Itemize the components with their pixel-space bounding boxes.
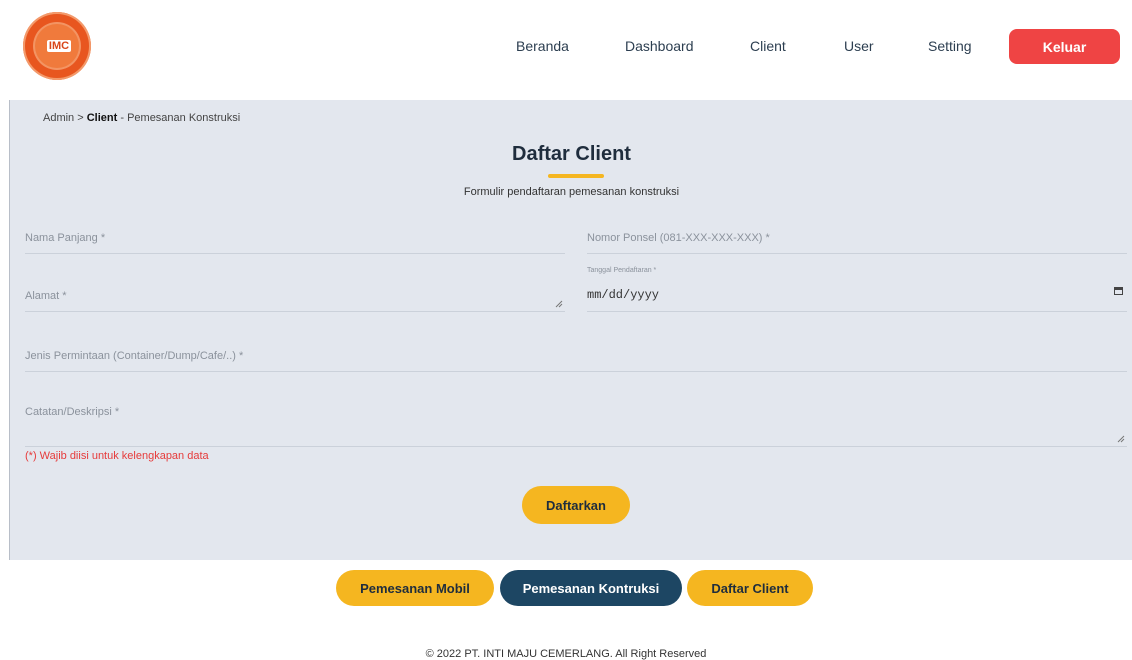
- nav-client[interactable]: Client: [750, 38, 786, 54]
- nav-setting[interactable]: Setting: [928, 38, 972, 54]
- logo-text: IMC: [46, 40, 72, 52]
- tab-pemesanan-kontruksi[interactable]: Pemesanan Kontruksi: [500, 570, 682, 606]
- calendar-icon[interactable]: [1114, 287, 1123, 295]
- phone-label: Nomor Ponsel (081-XXX-XXX-XXX) *: [587, 232, 770, 244]
- full-name-label: Nama Panjang *: [25, 232, 106, 244]
- registration-date-input[interactable]: Tanggal Pendaftaran * mm/dd/yyyy: [587, 267, 1127, 312]
- address-textarea[interactable]: Alamat *: [25, 270, 565, 312]
- breadcrumb-client[interactable]: Client: [87, 112, 118, 124]
- phone-input[interactable]: Nomor Ponsel (081-XXX-XXX-XXX) *: [587, 218, 1127, 254]
- breadcrumb-admin[interactable]: Admin: [43, 112, 74, 124]
- breadcrumb-current: - Pemesanan Konstruksi: [117, 112, 241, 124]
- breadcrumb-separator: >: [74, 112, 87, 124]
- registration-date-value: mm/dd/yyyy: [587, 288, 660, 302]
- page-subtitle: Formulir pendaftaran pemesanan konstruks…: [463, 186, 680, 198]
- company-logo[interactable]: IMC: [23, 12, 91, 80]
- form-panel: Admin > Client - Pemesanan Konstruksi Da…: [9, 100, 1132, 560]
- title-underline: [548, 174, 604, 178]
- register-button[interactable]: Daftarkan: [522, 486, 630, 524]
- notes-textarea[interactable]: Catatan/Deskripsi *: [25, 392, 1127, 447]
- resize-handle-icon[interactable]: [1117, 435, 1125, 443]
- address-label: Alamat *: [25, 290, 67, 302]
- notes-label: Catatan/Deskripsi *: [25, 406, 120, 418]
- tab-pemesanan-mobil[interactable]: Pemesanan Mobil: [336, 570, 494, 606]
- request-type-label: Jenis Permintaan (Container/Dump/Cafe/..…: [25, 350, 244, 362]
- full-name-input[interactable]: Nama Panjang *: [25, 218, 565, 254]
- nav-beranda[interactable]: Beranda: [516, 38, 569, 54]
- top-header: IMC Beranda Dashboard Client User Settin…: [0, 0, 1132, 100]
- footer-copyright: © 2022 PT. INTI MAJU CEMERLANG. All Righ…: [425, 648, 707, 660]
- logo-badge: IMC: [33, 22, 81, 70]
- page-title: Daftar Client: [512, 143, 631, 165]
- logout-button[interactable]: Keluar: [1009, 29, 1120, 64]
- nav-user[interactable]: User: [844, 38, 874, 54]
- request-type-input[interactable]: Jenis Permintaan (Container/Dump/Cafe/..…: [25, 336, 1127, 372]
- breadcrumb: Admin > Client - Pemesanan Konstruksi: [43, 112, 240, 124]
- nav-dashboard[interactable]: Dashboard: [625, 38, 694, 54]
- tab-daftar-client[interactable]: Daftar Client: [687, 570, 813, 606]
- required-note: (*) Wajib diisi untuk kelengkapan data: [25, 450, 209, 462]
- registration-date-label: Tanggal Pendaftaran *: [587, 267, 657, 274]
- resize-handle-icon[interactable]: [555, 300, 563, 308]
